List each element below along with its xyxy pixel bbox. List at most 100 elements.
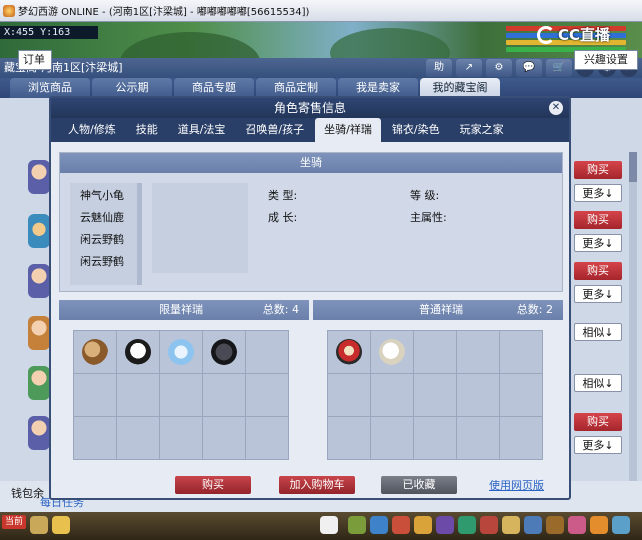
grid-slot[interactable] bbox=[74, 417, 116, 459]
tab-items[interactable]: 道具/法宝 bbox=[169, 118, 235, 142]
skill-icon[interactable] bbox=[458, 516, 476, 534]
mount-list-scrollbar[interactable] bbox=[137, 183, 142, 285]
grid-slot[interactable] bbox=[371, 374, 413, 416]
normal-label: 普通祥瑞 bbox=[419, 303, 463, 316]
skill-icon[interactable] bbox=[502, 516, 520, 534]
tab-my-pavilion[interactable]: 我的藏宝阁 bbox=[420, 78, 500, 98]
more-button[interactable]: 更多↓ bbox=[574, 184, 622, 202]
skill-icon[interactable] bbox=[436, 516, 454, 534]
buy-button[interactable]: 购买 bbox=[574, 211, 622, 229]
buy-button[interactable]: 购买 bbox=[574, 413, 622, 431]
grid-slot[interactable] bbox=[457, 417, 499, 459]
favorited-button[interactable]: 已收藏 bbox=[381, 476, 457, 494]
tab-home[interactable]: 玩家之家 bbox=[451, 118, 513, 142]
grid-slot[interactable] bbox=[117, 331, 159, 373]
grid-slot[interactable] bbox=[203, 374, 245, 416]
skill-icon[interactable] bbox=[524, 516, 542, 534]
grid-slot[interactable] bbox=[203, 417, 245, 459]
message-button[interactable]: 💬 bbox=[516, 59, 542, 77]
tab-skills[interactable]: 技能 bbox=[127, 118, 167, 142]
skill-icon[interactable] bbox=[546, 516, 564, 534]
cart-button[interactable]: 🛒 bbox=[546, 59, 572, 77]
grid-slot[interactable] bbox=[457, 331, 499, 373]
more-button[interactable]: 更多↓ bbox=[574, 436, 622, 454]
grid-slot[interactable] bbox=[414, 417, 456, 459]
skill-icon[interactable] bbox=[370, 516, 388, 534]
settings-button[interactable]: ⚙ bbox=[486, 59, 512, 77]
grid-slot[interactable] bbox=[500, 331, 542, 373]
buy-button[interactable]: 购买 bbox=[574, 262, 622, 280]
stream-logo: CC直播 bbox=[537, 24, 610, 45]
listing-avatar[interactable] bbox=[28, 416, 50, 450]
skill-icon[interactable] bbox=[392, 516, 410, 534]
skill-icon[interactable] bbox=[590, 516, 608, 534]
listing-scrollbar[interactable] bbox=[629, 152, 637, 482]
buy-button[interactable]: 购买 bbox=[175, 476, 251, 494]
grid-slot[interactable] bbox=[246, 374, 288, 416]
tab-topics[interactable]: 商品专题 bbox=[174, 78, 254, 98]
dialog-tabs: 人物/修炼 技能 道具/法宝 召唤兽/孩子 坐骑/祥瑞 锦衣/染色 玩家之家 bbox=[51, 118, 569, 142]
grid-slot[interactable] bbox=[74, 331, 116, 373]
listing-avatar[interactable] bbox=[28, 366, 50, 400]
tab-pets[interactable]: 召唤兽/孩子 bbox=[236, 118, 313, 142]
tab-seller[interactable]: 我是卖家 bbox=[338, 78, 418, 98]
grid-slot[interactable] bbox=[328, 374, 370, 416]
grid-slot[interactable] bbox=[371, 331, 413, 373]
skill-icon[interactable] bbox=[568, 516, 586, 534]
grid-slot[interactable] bbox=[500, 374, 542, 416]
tab-public-period[interactable]: 公示期 bbox=[92, 78, 172, 98]
map-coordinates: X:455 Y:163 bbox=[0, 26, 98, 39]
share-button[interactable]: ↗ bbox=[456, 59, 482, 77]
web-version-link[interactable]: 使用网页版 bbox=[489, 477, 544, 493]
grid-slot[interactable] bbox=[160, 374, 202, 416]
grid-slot[interactable] bbox=[328, 331, 370, 373]
scrollbar-thumb[interactable] bbox=[629, 152, 637, 182]
grid-slot[interactable] bbox=[160, 331, 202, 373]
similar-button[interactable]: 相似↓ bbox=[574, 323, 622, 341]
skill-icon[interactable] bbox=[480, 516, 498, 534]
mount-item[interactable]: 闲云野鹤 bbox=[80, 251, 142, 273]
similar-button[interactable]: 相似↓ bbox=[574, 374, 622, 392]
skill-icon[interactable] bbox=[414, 516, 432, 534]
grid-slot[interactable] bbox=[328, 417, 370, 459]
grid-slot[interactable] bbox=[414, 331, 456, 373]
mic-icon[interactable] bbox=[30, 516, 48, 534]
more-button[interactable]: 更多↓ bbox=[574, 285, 622, 303]
grid-slot[interactable] bbox=[117, 417, 159, 459]
tab-character[interactable]: 人物/修炼 bbox=[59, 118, 125, 142]
mount-item[interactable]: 云魅仙鹿 bbox=[80, 207, 142, 229]
grid-slot[interactable] bbox=[74, 374, 116, 416]
mount-item[interactable]: 闲云野鹤 bbox=[80, 229, 142, 251]
grid-slot[interactable] bbox=[246, 331, 288, 373]
grid-slot[interactable] bbox=[246, 417, 288, 459]
grid-slot[interactable] bbox=[160, 417, 202, 459]
normal-xiangrui-grid bbox=[327, 330, 543, 460]
grid-slot[interactable] bbox=[457, 374, 499, 416]
more-button[interactable]: 更多↓ bbox=[574, 234, 622, 252]
add-to-cart-button[interactable]: 加入购物车 bbox=[279, 476, 355, 494]
listing-avatar[interactable] bbox=[28, 264, 50, 298]
grid-slot[interactable] bbox=[414, 374, 456, 416]
listing-avatar[interactable] bbox=[28, 214, 50, 248]
tab-custom[interactable]: 商品定制 bbox=[256, 78, 336, 98]
grid-slot[interactable] bbox=[500, 417, 542, 459]
pet-avatar-icon[interactable] bbox=[320, 516, 338, 534]
order-button[interactable]: 订单 bbox=[18, 50, 52, 70]
tab-browse[interactable]: 浏览商品 bbox=[10, 78, 90, 98]
mount-item[interactable]: 神气小龟 bbox=[80, 185, 142, 207]
skill-icon[interactable] bbox=[612, 516, 630, 534]
grid-slot[interactable] bbox=[371, 417, 413, 459]
close-icon[interactable]: ✕ bbox=[549, 101, 563, 115]
skill-icon[interactable] bbox=[348, 516, 366, 534]
listing-avatar[interactable] bbox=[28, 160, 50, 194]
tab-mounts[interactable]: 坐骑/祥瑞 bbox=[315, 118, 381, 142]
chat-channel-tag[interactable]: 当前 bbox=[2, 515, 26, 529]
grid-slot[interactable] bbox=[117, 374, 159, 416]
grid-slot[interactable] bbox=[203, 331, 245, 373]
help-button[interactable]: 助 bbox=[426, 59, 452, 77]
interest-settings-button[interactable]: 兴趣设置 bbox=[574, 50, 638, 70]
buy-button[interactable]: 购买 bbox=[574, 161, 622, 179]
listing-avatar[interactable] bbox=[28, 316, 50, 350]
tab-outfits[interactable]: 锦衣/染色 bbox=[383, 118, 449, 142]
emote-icon[interactable] bbox=[52, 516, 70, 534]
